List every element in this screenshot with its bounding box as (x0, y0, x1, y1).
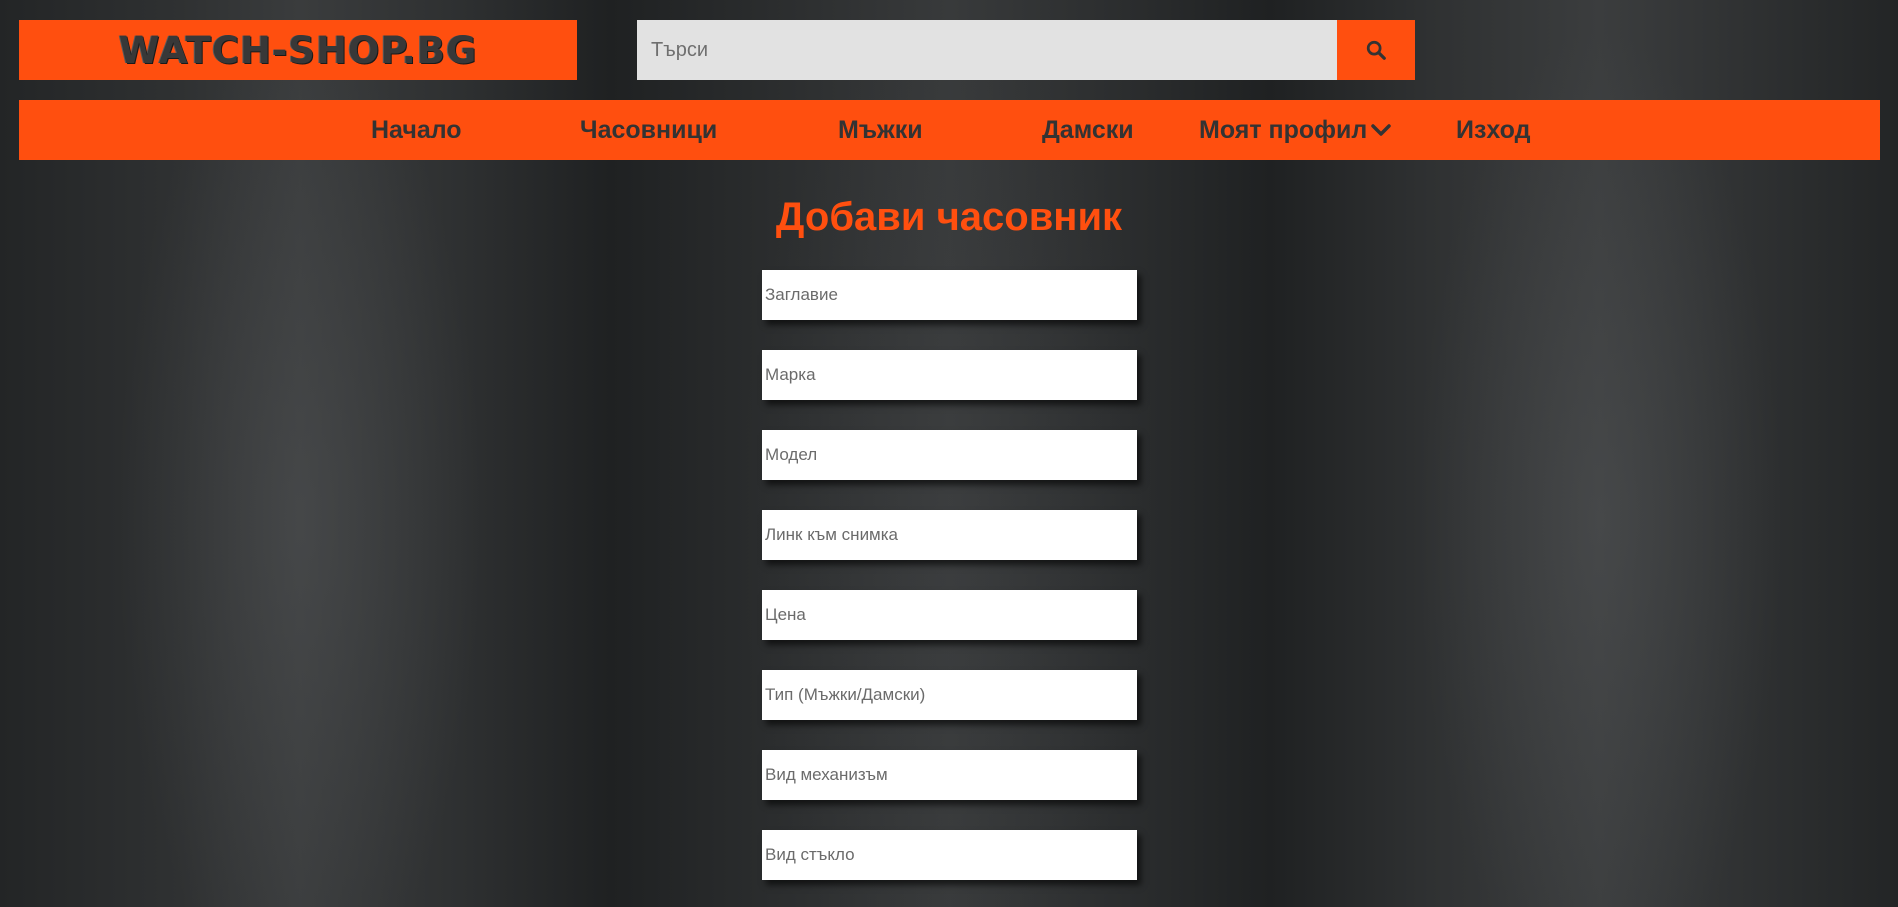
logo-text: WATCH-SHOP.BG (118, 28, 478, 72)
nav-item-label: Начало (371, 115, 462, 144)
nav-item-watches[interactable]: Часовници (580, 100, 717, 160)
search-icon (1366, 40, 1386, 60)
model-field[interactable] (762, 430, 1137, 480)
image-link-field[interactable] (762, 510, 1137, 560)
brand-field[interactable] (762, 350, 1137, 400)
nav-item-label: Мъжки (838, 115, 923, 144)
nav-item-logout[interactable]: Изход (1456, 100, 1531, 160)
glass-field[interactable] (762, 830, 1137, 880)
nav-item-label: Моят профил (1199, 115, 1368, 144)
page-title: Добави часовник (775, 195, 1123, 239)
type-field[interactable] (762, 670, 1137, 720)
nav-item-label: Часовници (580, 115, 718, 144)
title-field[interactable] (762, 270, 1137, 320)
search-input[interactable] (637, 20, 1337, 80)
main-navbar: Начало Часовници Мъжки Дамски Моят профи… (19, 100, 1880, 160)
mechanism-field[interactable] (762, 750, 1137, 800)
nav-item-home[interactable]: Начало (371, 100, 462, 160)
search-button[interactable] (1337, 20, 1415, 80)
site-logo[interactable]: WATCH-SHOP.BG (19, 20, 577, 80)
nav-item-my-profile[interactable]: Моят профил (1199, 100, 1392, 160)
nav-item-women[interactable]: Дамски (1042, 100, 1134, 160)
chevron-down-icon (1371, 124, 1392, 136)
nav-item-men[interactable]: Мъжки (838, 100, 923, 160)
nav-item-label: Изход (1456, 115, 1531, 144)
nav-item-label: Дамски (1042, 115, 1134, 144)
price-field[interactable] (762, 590, 1137, 640)
